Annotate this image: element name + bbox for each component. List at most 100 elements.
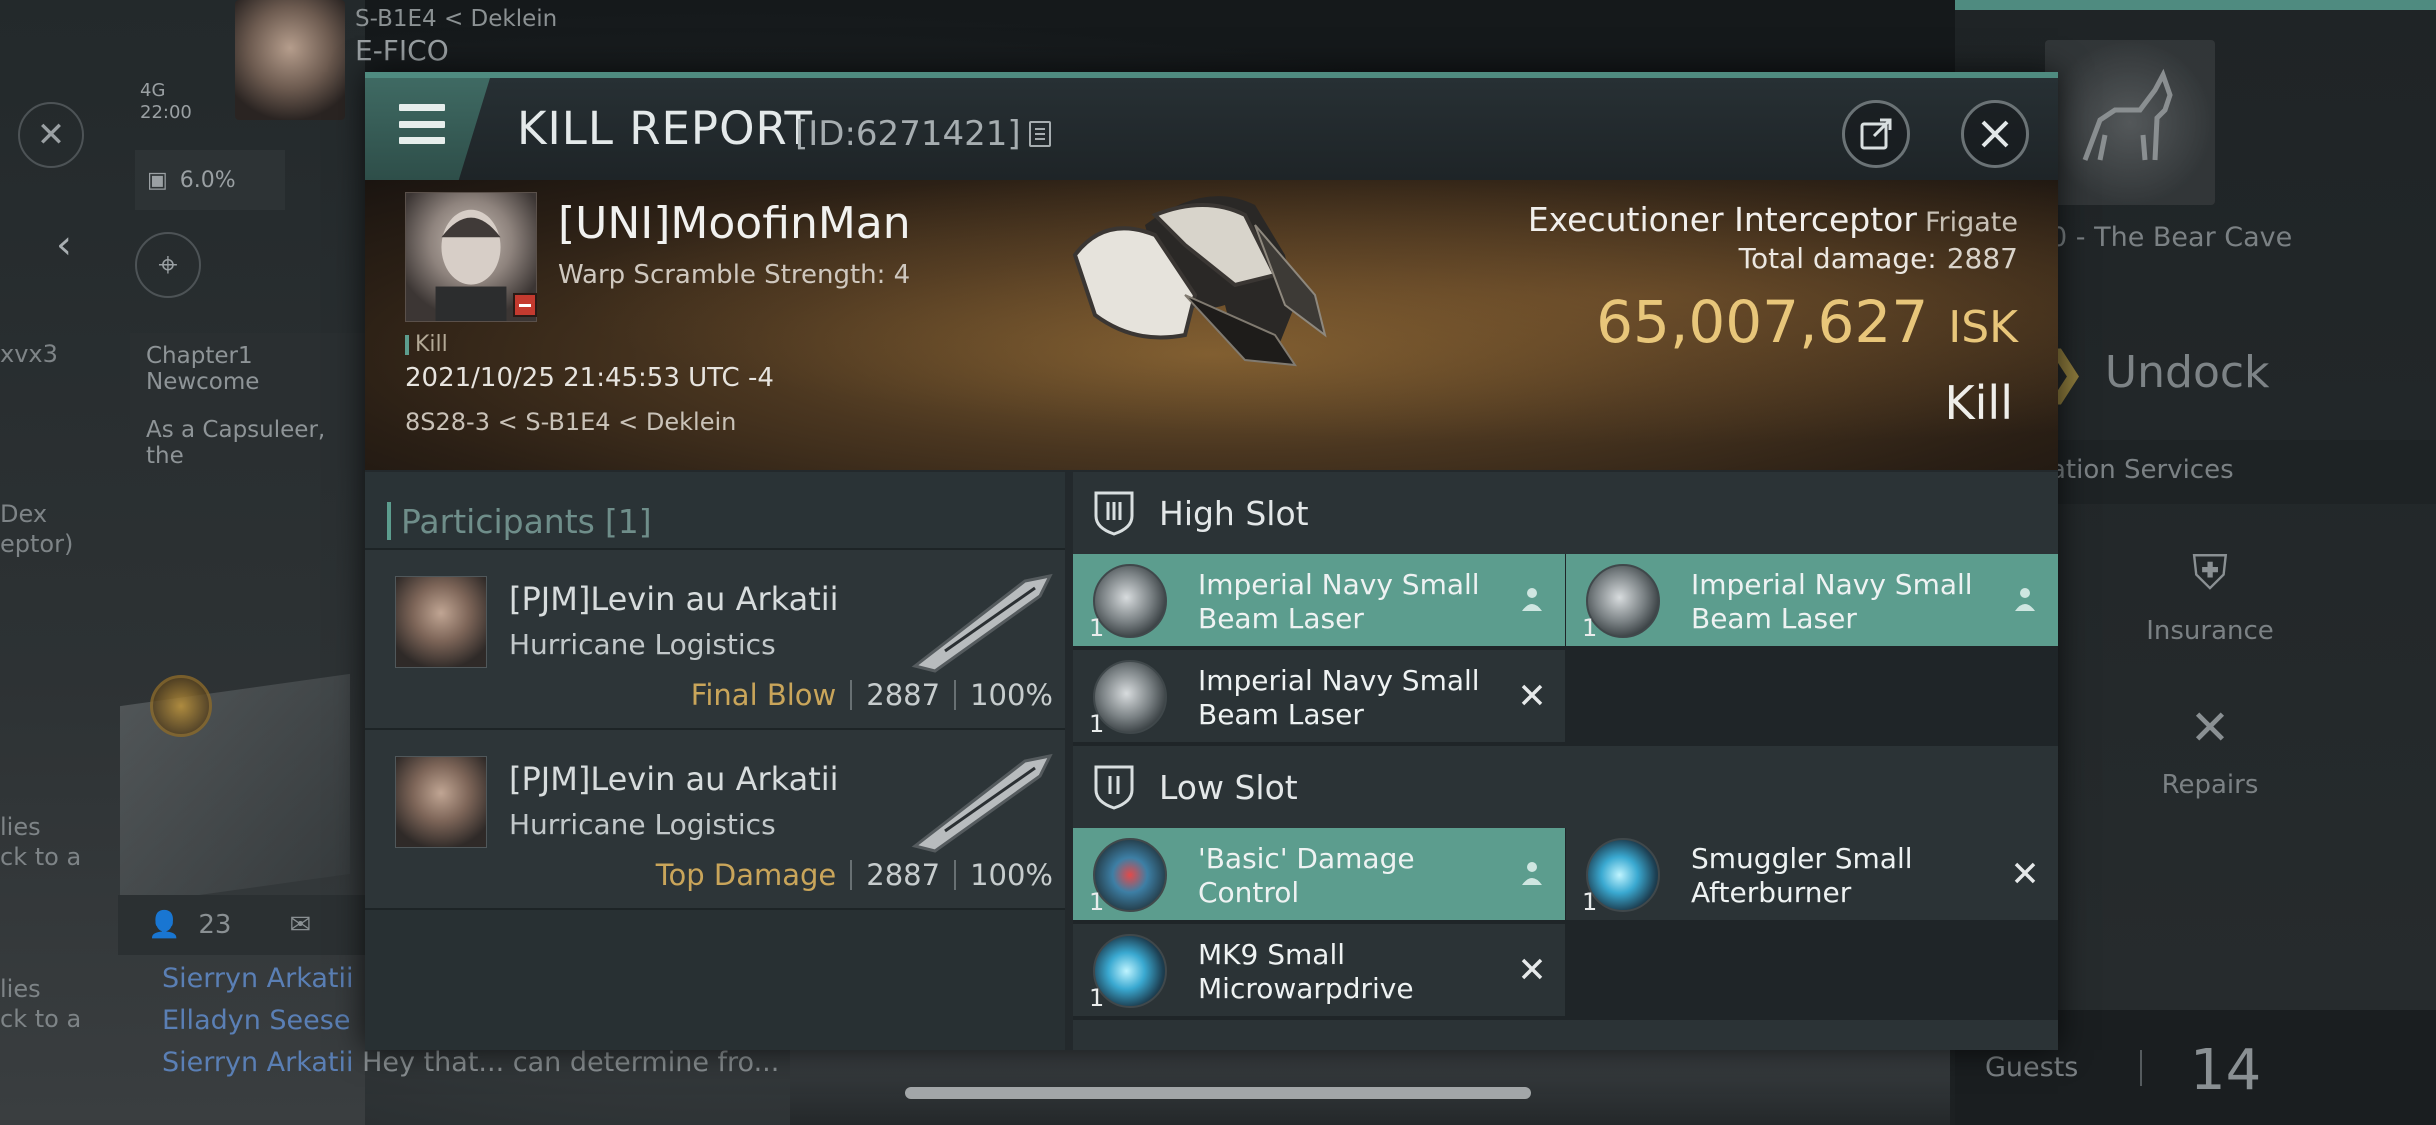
module-name: 'Basic' Damage Control — [1198, 842, 1415, 909]
chat-line[interactable]: Sierryn Arkatii — [162, 963, 354, 994]
location-pin-icon[interactable]: ⌖ — [135, 232, 201, 298]
page-title: KILL REPORT — [517, 102, 813, 155]
undock-button[interactable]: ❯ Undock — [2040, 340, 2270, 405]
module-qty: 1 — [1089, 984, 1105, 1012]
kill-report-modal: KILL REPORT [ID:6271421] [UNI]MoofinMan … — [365, 72, 2058, 1050]
participant-portrait[interactable] — [395, 756, 487, 848]
close-left-icon[interactable]: ✕ — [18, 102, 84, 168]
module-qty: 1 — [1089, 888, 1105, 916]
victim-detail: Warp Scramble Strength: 4 — [558, 260, 911, 290]
kill-tag: Kill — [405, 332, 448, 357]
low-slot-icon — [1094, 765, 1134, 810]
dropped-person-icon — [2010, 584, 2040, 614]
participant-name: [PJM]Levin au Arkatii — [509, 760, 839, 798]
participants-header: Participants [1] — [365, 472, 1065, 550]
guests-label: Guests — [1985, 1052, 2079, 1083]
module-qty: 1 — [1089, 614, 1105, 642]
close-button[interactable] — [1961, 100, 2029, 168]
ship-name[interactable]: Executioner Interceptor Frigate — [1528, 200, 2018, 239]
module-item[interactable]: 1 Imperial Navy Small Beam Laser — [1073, 554, 1565, 650]
participant-ship: Hurricane Logistics — [509, 808, 776, 841]
menu-button[interactable] — [365, 78, 490, 180]
module-item[interactable]: 1 MK9 Small Microwarpdrive — [1073, 924, 1565, 1020]
guests-count: 14 — [2190, 1038, 2262, 1103]
station-services-label: ation Services — [2050, 455, 2234, 485]
user-icon: 👤 — [148, 910, 181, 940]
pilot-avatar[interactable] — [235, 0, 345, 120]
chat-line[interactable]: Elladyn Seese — [162, 1005, 350, 1036]
module-item[interactable]: 1 'Basic' Damage Control — [1073, 828, 1565, 924]
low-slot-modules: 1 'Basic' Damage Control 1 Smuggler Smal… — [1073, 828, 2058, 1020]
menu-icon — [399, 104, 445, 144]
insurance-icon: ⛨ — [2191, 545, 2228, 601]
chapter-card[interactable]: Chapter1 Newcome As a Capsuleer, the — [130, 333, 370, 469]
left-fragment: lies — [0, 813, 41, 841]
victim-name[interactable]: [UNI]MoofinMan — [558, 198, 911, 249]
victim-banner: [UNI]MoofinMan Warp Scramble Strength: 4… — [365, 180, 2058, 470]
beacon-icon[interactable] — [150, 675, 212, 737]
left-fragment: Dex — [0, 500, 48, 528]
participant-stats: Final Blow 2887 100% — [690, 678, 1053, 712]
destroyed-x-icon — [1517, 954, 1547, 984]
module-qty: 1 — [1089, 710, 1105, 738]
module-item[interactable]: 1 Smuggler Small Afterburner — [1566, 828, 2058, 924]
participant-row[interactable]: [PJM]Levin au Arkatii Hurricane Logistic… — [365, 550, 1065, 730]
ship-render-icon — [1072, 196, 1327, 367]
left-fragment: ck to a — [0, 843, 82, 871]
mail-icon[interactable]: ✉ — [289, 910, 311, 940]
security-status-badge — [513, 293, 537, 317]
pilot-system: S-B1E4 < Deklein — [355, 6, 558, 32]
close-icon — [1981, 120, 2009, 148]
chat-bar[interactable]: 👤 23 ✉ — [118, 895, 368, 955]
participant-stats: Top Damage 2887 100% — [655, 858, 1053, 892]
security-indicator: ▣ 6.0% — [135, 150, 285, 210]
module-name: Imperial Navy Small Beam Laser — [1198, 568, 1480, 635]
station-name: 0 - The Bear Cave — [2050, 222, 2293, 253]
hurricane-ship-icon — [911, 573, 1053, 673]
module-name: Imperial Navy Small Beam Laser — [1691, 568, 1973, 635]
copy-icon[interactable] — [1028, 121, 1051, 147]
module-qty: 1 — [1582, 888, 1598, 916]
module-name: Smuggler Small Afterburner — [1691, 842, 1913, 909]
module-item[interactable]: 1 Imperial Navy Small Beam Laser — [1073, 650, 1565, 746]
module-name: MK9 Small Microwarpdrive — [1198, 938, 1414, 1005]
high-slot-header: High Slot — [1073, 472, 2058, 554]
participant-name: [PJM]Levin au Arkatii — [509, 580, 839, 618]
kill-timestamp: 2021/10/25 21:45:53 UTC -4 — [405, 363, 774, 393]
participant-portrait[interactable] — [395, 576, 487, 668]
module-item[interactable]: 1 Imperial Navy Small Beam Laser — [1566, 554, 2058, 650]
left-fragment: lies — [0, 975, 41, 1003]
module-name: Imperial Navy Small Beam Laser — [1198, 664, 1480, 731]
service-repairs[interactable]: ✕ Repairs — [2130, 700, 2290, 800]
unicorn-logo-icon — [2045, 40, 2215, 205]
hurricane-ship-icon — [911, 753, 1053, 853]
empty-cell — [1566, 650, 2058, 746]
participant-row[interactable]: [PJM]Levin au Arkatii Hurricane Logistic… — [365, 730, 1065, 910]
chat-line[interactable]: Sierryn Arkatii Hey that... can determin… — [162, 1047, 806, 1078]
participants-panel: Participants [1] [PJM]Levin au Arkatii Hu… — [365, 472, 1065, 1050]
report-id[interactable]: [ID:6271421] — [795, 114, 1051, 154]
left-fragment: eptor) — [0, 530, 74, 558]
destroyed-x-icon — [1517, 680, 1547, 710]
share-icon — [1860, 118, 1892, 150]
module-qty: 1 — [1582, 614, 1598, 642]
mid-slot-header — [1073, 1020, 2058, 1050]
chevron-left-icon[interactable]: ‹ — [56, 222, 72, 268]
destroyed-x-icon — [2010, 858, 2040, 888]
modal-header: KILL REPORT [ID:6271421] — [365, 78, 2058, 180]
high-slot-icon — [1094, 491, 1134, 536]
home-indicator[interactable] — [905, 1087, 1531, 1099]
isk-value: 65,007,627 ISK — [1596, 288, 2018, 356]
kill-location[interactable]: 8S28-3 < S-B1E4 < Deklein — [405, 408, 736, 436]
pilot-corp: E-FICO — [355, 34, 449, 67]
left-fragment: ck to a — [0, 1005, 82, 1033]
total-damage: Total damage: 2887 — [1738, 242, 2018, 275]
share-button[interactable] — [1842, 100, 1910, 168]
fitting-panel: High Slot 1 Imperial Navy Small Beam Las… — [1073, 472, 2058, 1050]
low-slot-header: Low Slot — [1073, 746, 2058, 828]
divider — [2140, 1050, 2142, 1086]
left-fragment: xvx3 — [0, 340, 58, 368]
report-result: Kill — [1944, 376, 2013, 430]
service-insurance[interactable]: ⛨ Insurance — [2130, 545, 2290, 646]
participant-ship: Hurricane Logistics — [509, 628, 776, 661]
